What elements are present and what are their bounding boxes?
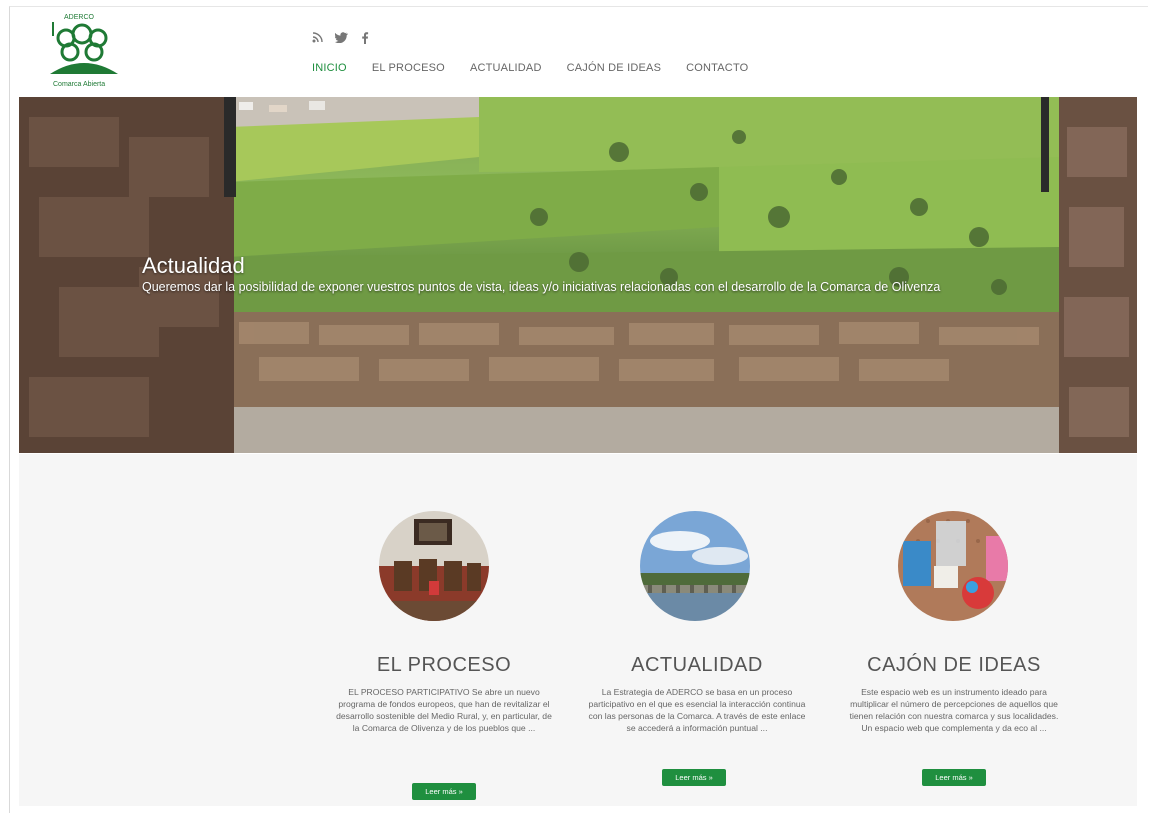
actualidad-text: La Estrategia de ADERCO se basa en un pr… [588, 687, 806, 733]
main-nav: INICIO EL PROCESO ACTUALIDAD CAJÓN DE ID… [312, 62, 748, 74]
tree-logo-icon [50, 22, 118, 74]
cajon-de-ideas-text: Este espacio web es un instrumento idead… [849, 687, 1059, 733]
actualidad-image[interactable] [640, 511, 750, 621]
site-logo[interactable]: ADERCO Comarca Abierta [44, 14, 124, 92]
logo-caption: Comarca Abierta [53, 81, 106, 88]
cajon-de-ideas-title: CAJÓN DE IDEAS [867, 654, 1041, 676]
el-proceso-image[interactable] [379, 511, 489, 621]
twitter-icon[interactable] [334, 32, 348, 47]
social-links [311, 32, 371, 47]
nav-inicio[interactable]: INICIO [312, 62, 347, 74]
cajon-de-ideas-image[interactable] [898, 511, 1008, 621]
el-proceso-title: EL PROCESO [376, 654, 512, 676]
facebook-icon[interactable] [359, 32, 371, 47]
hero-subtitle: Queremos dar la posibilidad de exponer v… [142, 280, 941, 294]
features-section: EL PROCESO EL PROCESO PARTICIPATIVO Se a… [19, 454, 1137, 806]
feature-actualidad: ACTUALIDAD La Estrategia de ADERCO se ba… [587, 454, 807, 806]
rss-icon[interactable] [311, 32, 323, 47]
feature-el-proceso: EL PROCESO EL PROCESO PARTICIPATIVO Se a… [334, 454, 554, 806]
el-proceso-read-more-button[interactable]: Leer más » [412, 783, 476, 800]
nav-el-proceso[interactable]: EL PROCESO [372, 62, 445, 74]
feature-cajon-de-ideas: CAJÓN DE IDEAS Este espacio web es un in… [844, 454, 1064, 806]
nav-actualidad[interactable]: ACTUALIDAD [470, 62, 542, 74]
nav-cajon-de-ideas[interactable]: CAJÓN DE IDEAS [567, 62, 662, 74]
cajon-de-ideas-read-more-button[interactable]: Leer más » [922, 769, 986, 786]
actualidad-read-more-button[interactable]: Leer más » [662, 769, 726, 786]
hero-title: Actualidad [142, 253, 245, 278]
nav-contacto[interactable]: CONTACTO [686, 62, 748, 74]
el-proceso-text: EL PROCESO PARTICIPATIVO Se abre un nuev… [336, 687, 552, 733]
actualidad-title: ACTUALIDAD [631, 654, 763, 676]
logo-top-text: ADERCO [64, 14, 94, 21]
hero-banner: Actualidad Queremos dar la posibilidad d… [19, 97, 1137, 453]
